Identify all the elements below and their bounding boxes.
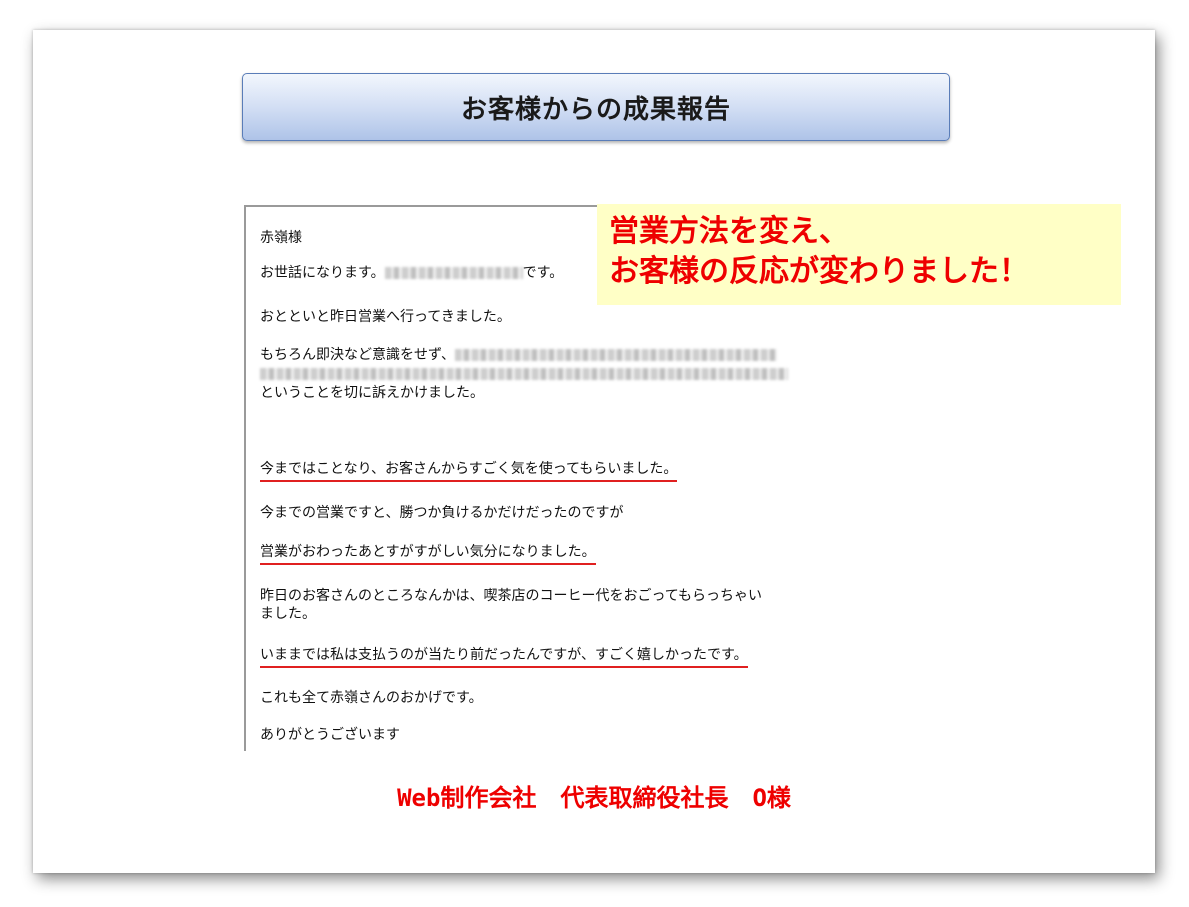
page-title: お客様からの成果報告 [460,94,731,125]
highlight-text-1: 今まではことなり、お客さんからすごく気を使ってもらいました。 [260,461,678,482]
email-line-2: おとといと昨日営業へ行ってきました。 [260,309,511,325]
email-line-3-text: もちろん即決など意識をせず、 [260,347,456,363]
highlight-text-3: いままでは私は支払うのが当たり前だったんですが、すごく嬉しかったです。 [260,647,748,668]
email-line-5b: ました。 [260,606,316,622]
email-line-3-end: ということを切に訴えかけました。 [260,385,484,401]
highlight-text-2: 営業がおわったあとすがすがしい気分になりました。 [260,544,596,565]
email-line-6: これも全て赤嶺さんのおかげです。 [260,690,483,706]
slide: お客様からの成果報告 赤嶺様 お世話になります。 です。 おとといと昨日営業へ行っ… [33,30,1155,873]
signature: Web制作会社 代表取締役社長 O様 [397,784,791,812]
email-line-7: ありがとうございます [260,727,400,743]
email-line-5a: 昨日のお客さんのところなんかは、喫茶店のコーヒー代をおごってもらっちゃい [260,588,763,604]
callout-line-1: 営業方法を変え、 [609,214,849,249]
email-line-1-end: です。 [522,265,564,281]
redacted-text-1 [455,349,778,361]
email-line-1-text: お世話になります。 [260,265,385,281]
callout-line-2: お客様の反応が変わりました！ [609,254,1029,289]
email-highlight-2: 営業がおわったあとすがすがしい気分になりました。 [260,543,596,565]
email-line-1: お世話になります。 です。 [260,264,563,282]
email-line-3: もちろん即決など意識をせず、 [260,346,778,364]
email-greeting: 赤嶺様 [260,230,302,246]
title-banner: お客様からの成果報告 [242,73,950,141]
callout-box: 営業方法を変え、 お客様の反応が変わりました！ [597,204,1121,305]
redacted-company-name [384,267,523,279]
email-highlight-3: いままでは私は支払うのが当たり前だったんですが、すごく嬉しかったです。 [260,646,748,668]
email-line-3-redacted [260,365,788,383]
email-line-4: 今までの営業ですと、勝つか負けるかだけだったのですが [260,505,624,521]
redacted-text-2 [260,368,788,380]
email-highlight-1: 今まではことなり、お客さんからすごく気を使ってもらいました。 [260,460,678,482]
